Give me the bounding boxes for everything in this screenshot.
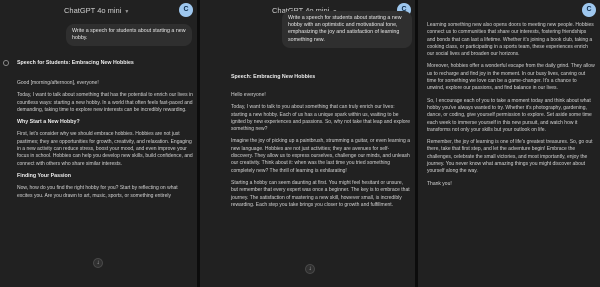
response-paragraph: Moreover, hobbies offer a wonderful esca…	[427, 63, 595, 92]
response-paragraph: Good [morning/afternoon], everyone!	[17, 80, 99, 86]
chat-panel-2: ChatGPT 4o mini▼ C Write a speech for st…	[200, 0, 415, 287]
response-paragraph: Today, I want to talk to you about somet…	[231, 104, 411, 133]
response-paragraph: First, let's consider why we should embr…	[17, 131, 193, 167]
response-paragraph: Imagine the joy of picking up a paintbru…	[231, 138, 410, 174]
model-label: ChatGPT 4o mini	[64, 6, 122, 15]
response-heading: Finding Your Passion	[17, 172, 71, 179]
assistant-response: Hello everyone! Today, I want to talk to…	[231, 92, 411, 214]
chat-panel-3: C Learning something new also opens door…	[418, 0, 600, 287]
assistant-response: Good [morning/afternoon], everyone! Toda…	[17, 80, 193, 205]
response-heading: Why Start a New Hobby?	[17, 119, 80, 126]
response-paragraph: Remember, the joy of learning is one of …	[427, 139, 593, 175]
response-title: Speech for Students: Embracing New Hobbi…	[17, 60, 134, 66]
chevron-down-icon: ▼	[124, 9, 130, 15]
response-paragraph: Today, I want to talk about something th…	[17, 92, 193, 113]
response-paragraph: Hello everyone!	[231, 92, 266, 98]
response-paragraph: Starting a hobby can seem daunting at fi…	[231, 179, 410, 208]
response-title: Speech: Embracing New Hobbies	[231, 74, 316, 80]
response-paragraph: Learning something new also opens doors …	[427, 22, 594, 58]
avatar[interactable]: C	[582, 3, 596, 17]
response-paragraph: Thank you!	[427, 180, 452, 187]
assistant-response: Learning something new also opens doors …	[427, 22, 595, 193]
chat-header: ChatGPT 4o mini▼ C	[0, 0, 197, 22]
chat-panel-1: ChatGPT 4o mini ▼ C Write a speech for st…	[0, 0, 197, 287]
model-selector[interactable]: ChatGPT 4o mini▼	[64, 6, 129, 15]
assistant-icon	[3, 60, 9, 66]
scroll-down-icon[interactable]: ↓	[93, 258, 103, 268]
avatar[interactable]: C	[179, 3, 193, 17]
user-message: Write a speech for students about starti…	[66, 24, 192, 47]
response-paragraph: So, I encourage each of you to take a mo…	[427, 97, 592, 133]
scroll-down-icon[interactable]: ↓	[305, 264, 315, 274]
response-paragraph: Now, how do you find the right hobby for…	[17, 185, 178, 199]
user-message: Write a speech for students about starti…	[282, 11, 412, 48]
